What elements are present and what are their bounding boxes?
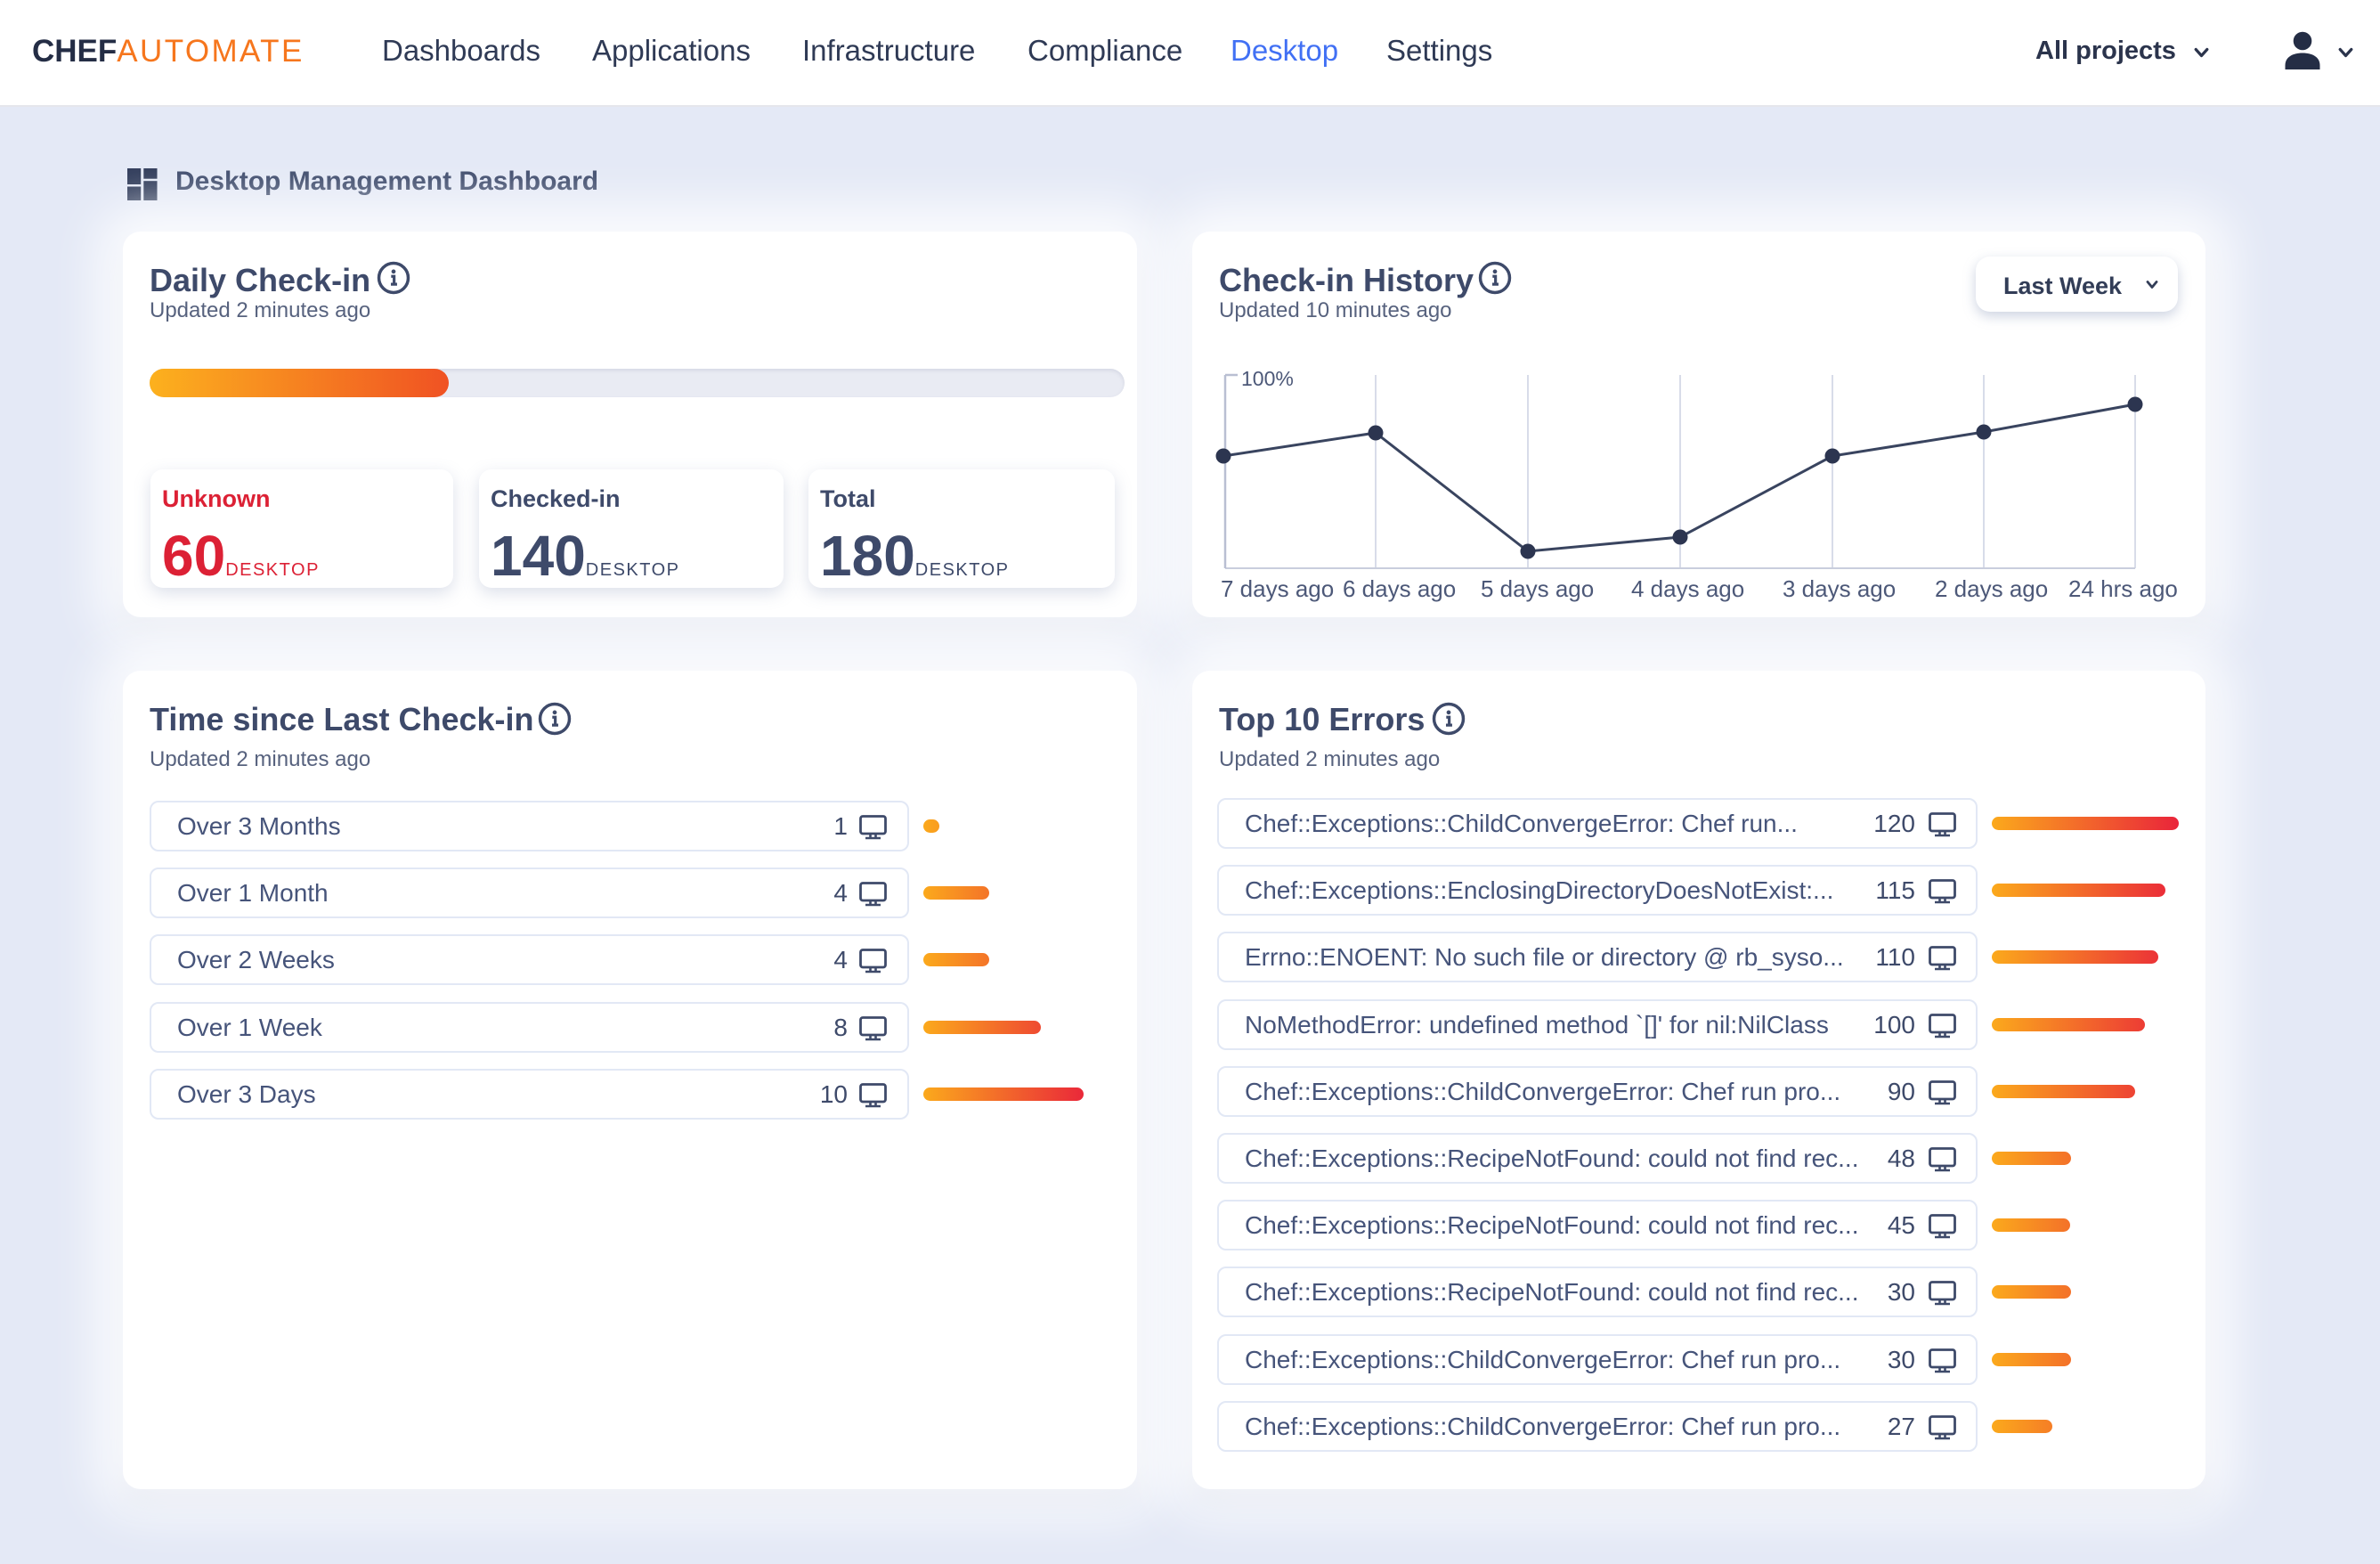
svg-text:100%: 100% — [1241, 367, 1294, 390]
